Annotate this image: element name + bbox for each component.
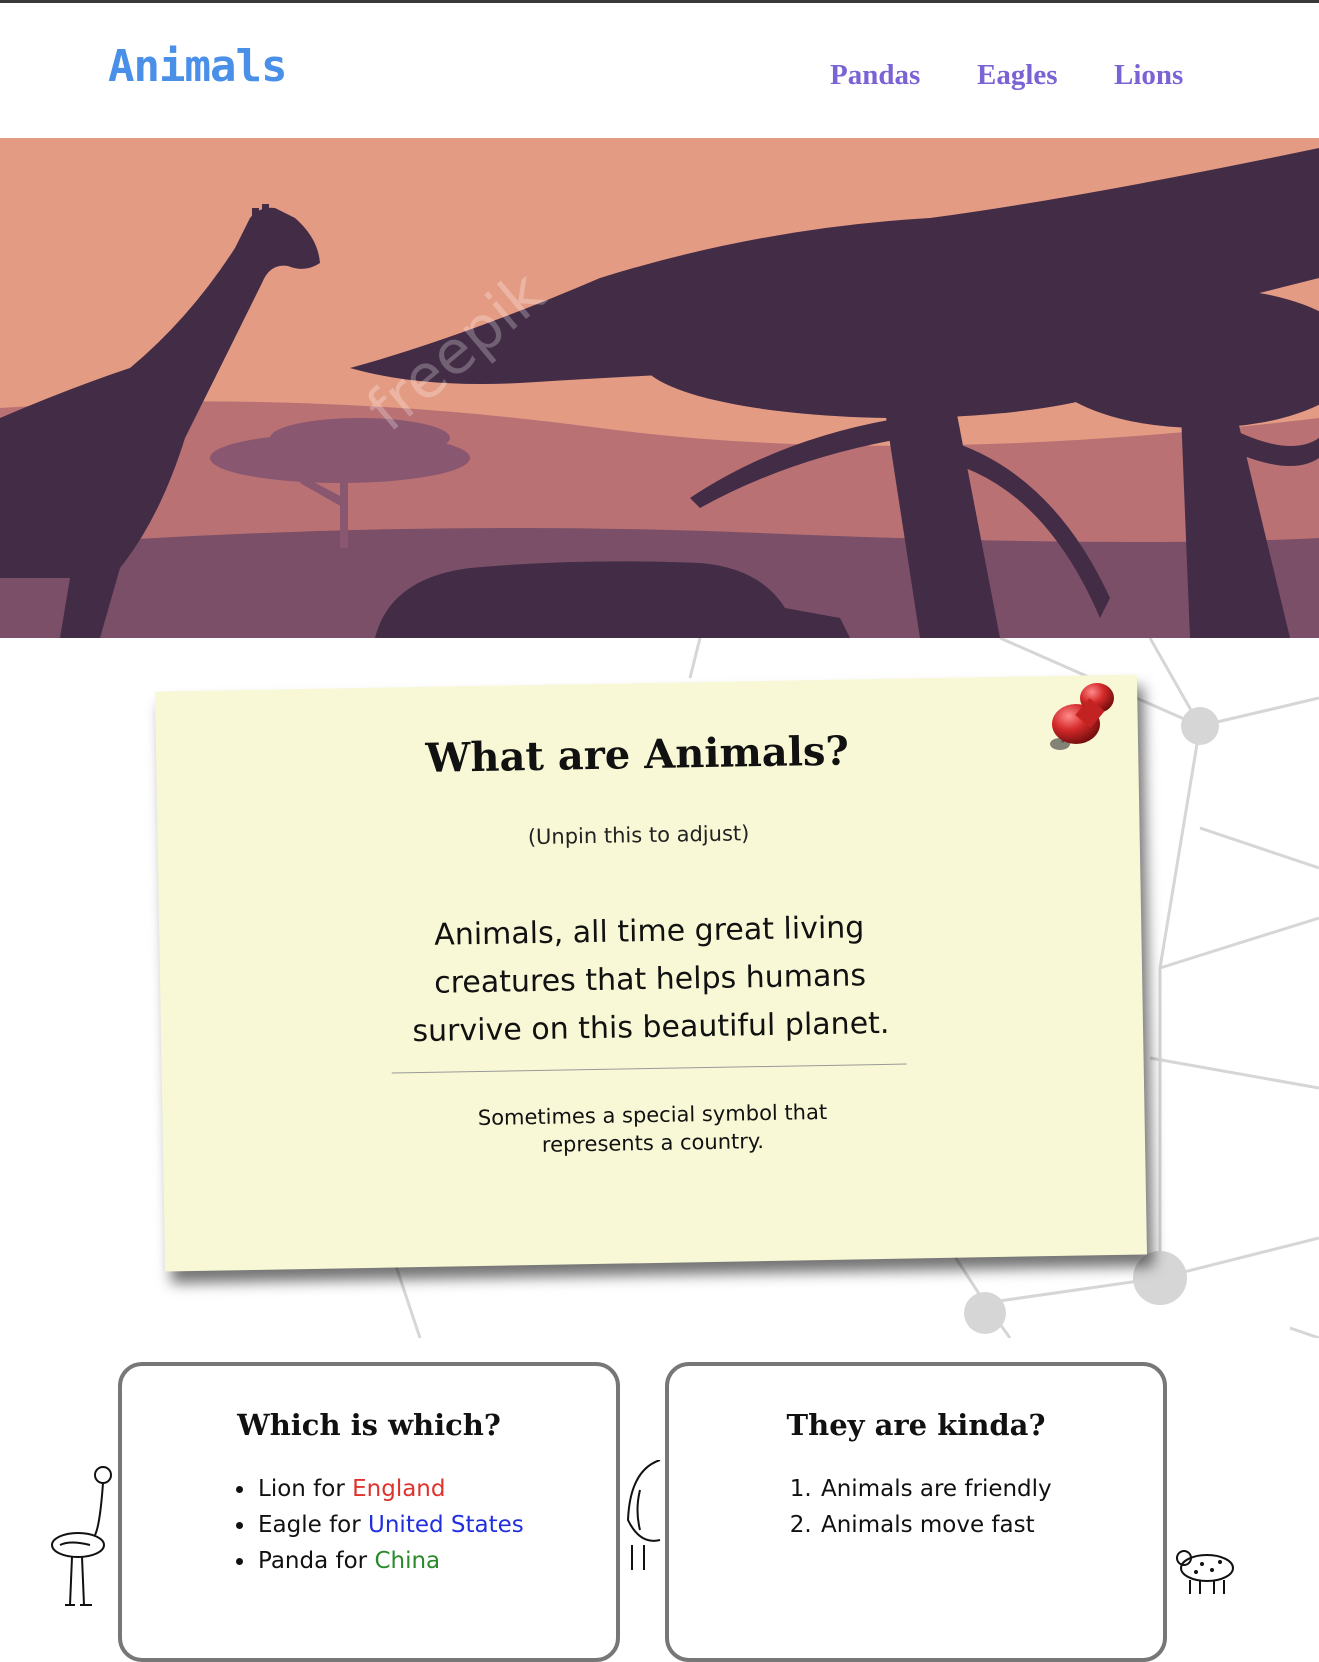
note-lead-text: Animals, all time great living creatures… [412, 910, 890, 1050]
site-logo[interactable]: Animals [108, 41, 287, 92]
note-unpin-hint: (Unpin this to adjust) [527, 821, 750, 850]
hero-savanna-image: freepik [0, 138, 1319, 638]
list-item: Eagle for United States [256, 1507, 524, 1543]
sticky-note-card[interactable]: What are Animals? (Unpin this to adjust)… [155, 674, 1147, 1272]
push-pin-icon[interactable] [1042, 676, 1122, 766]
list-item: Lion for England [256, 1471, 524, 1507]
nav-link-pandas[interactable]: Pandas [830, 59, 920, 92]
site-header: Animals Pandas Eagles Lions [0, 3, 1319, 138]
list-item-prefix: Lion for [258, 1476, 353, 1502]
flamingo-doodle-icon [51, 1466, 112, 1606]
note-divider [391, 1063, 907, 1074]
note-title: What are Animals? [425, 727, 850, 782]
elephant-doodle-icon [626, 1460, 661, 1570]
card-which-is-which: Which is which? Lion for England Eagle f… [118, 1362, 620, 1662]
card-they-are-kinda: They are kinda? Animals are friendly Ani… [665, 1362, 1167, 1662]
country-china: China [374, 1548, 441, 1574]
nav-link-eagles[interactable]: Eagles [977, 59, 1058, 92]
note-sub-text: Sometimes a special symbol that represen… [477, 1099, 828, 1157]
list-item: Animals are friendly [819, 1471, 1052, 1507]
country-england: England [352, 1476, 446, 1502]
leopard-doodle-icon [1176, 1550, 1234, 1594]
card-right-title: They are kinda? [786, 1408, 1046, 1442]
list-item-prefix: Eagle for [258, 1512, 369, 1538]
traits-list: Animals are friendly Animals move fast [789, 1471, 1052, 1543]
country-list: Lion for England Eagle for United States… [232, 1471, 524, 1579]
list-item: Panda for China [256, 1543, 524, 1579]
list-item-prefix: Panda for [258, 1548, 375, 1574]
country-united-states: United States [368, 1512, 524, 1538]
nav-link-lions[interactable]: Lions [1114, 59, 1183, 92]
card-left-title: Which is which? [237, 1408, 501, 1442]
list-item: Animals move fast [819, 1507, 1052, 1543]
